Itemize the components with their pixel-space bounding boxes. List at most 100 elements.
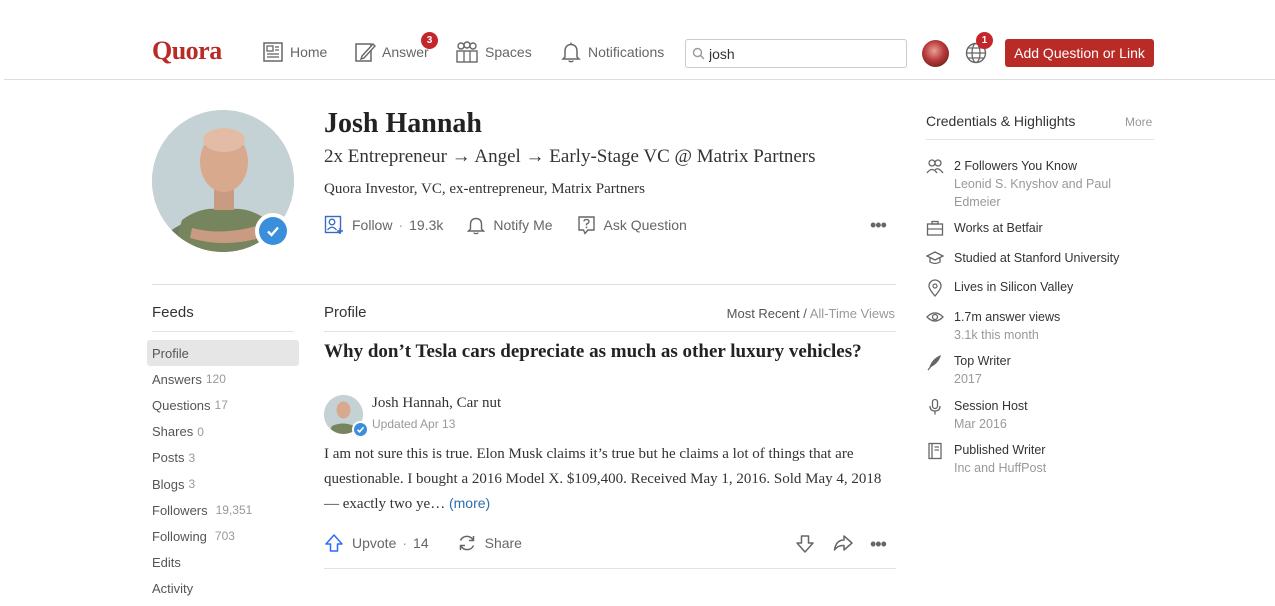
feed-item-posts[interactable]: Posts 3: [147, 445, 299, 471]
nav-notifications-label: Notifications: [588, 44, 665, 60]
downvote-button[interactable]: [794, 533, 816, 555]
author-verified-badge: [352, 421, 369, 438]
feeds-list: Profile Answers 120 Questions 17 Shares 0 P…: [147, 340, 299, 602]
answer-body: I am not sure this is true. Elon Musk cl…: [324, 442, 894, 517]
profile-divider: [152, 284, 896, 285]
sort-most-recent[interactable]: Most Recent: [727, 306, 800, 321]
upvote-label: Upvote: [352, 535, 397, 551]
answer-actions: Upvote · 14 Share: [324, 533, 550, 553]
forward-button[interactable]: [832, 533, 854, 555]
answer-date[interactable]: Updated Apr 13: [372, 417, 455, 431]
profile-name: Josh Hannah: [324, 108, 482, 139]
book-icon: [928, 442, 942, 460]
feed-item-following[interactable]: Following 703: [147, 523, 299, 549]
nav-home[interactable]: Home: [262, 38, 327, 66]
bell-icon: [561, 42, 581, 63]
search-icon: [692, 47, 705, 60]
ask-question-label: Ask Question: [603, 217, 687, 233]
credential-text[interactable]: Published Writer: [954, 441, 1046, 459]
credential-text[interactable]: Works at Betfair: [954, 219, 1043, 237]
ask-question-button[interactable]: Ask Question: [577, 215, 687, 235]
main-tab-title: Profile: [324, 304, 367, 321]
checkmark-icon: [267, 226, 279, 237]
verified-badge: [255, 213, 291, 249]
feeds-title: Feeds: [152, 304, 194, 321]
add-question-button[interactable]: Add Question or Link: [1005, 39, 1154, 67]
profile-actions: Follow · 19.3k Notify Me Ask Question: [324, 215, 711, 235]
answer-icon: [355, 42, 376, 62]
credential-session-host: Session Host Mar 2016: [926, 397, 1154, 433]
forward-arrow-icon: [833, 535, 853, 551]
question-title[interactable]: Why don’t Tesla cars depreciate as much …: [324, 340, 884, 363]
credential-sub: 3.1k this month: [954, 328, 1039, 342]
checkmark-icon: [356, 426, 365, 433]
nav-answer[interactable]: Answer: [354, 38, 429, 66]
credential-sub: 2017: [954, 372, 982, 386]
credential-text[interactable]: Top Writer: [954, 352, 1011, 370]
profile-tagline: 2x Entrepreneur → Angel → Early-Stage VC…: [324, 146, 816, 167]
nav-spaces[interactable]: Spaces: [455, 38, 532, 66]
feed-item-activity[interactable]: Activity: [147, 576, 299, 602]
sort-options: Most Recent / All-Time Views: [726, 306, 895, 321]
credential-works-at: Works at Betfair: [926, 219, 1154, 239]
answer-secondary-actions: •••: [794, 533, 902, 555]
credentials-more-link[interactable]: More: [1125, 115, 1152, 129]
bell-icon: [467, 217, 486, 235]
feed-item-shares[interactable]: Shares 0: [147, 419, 299, 445]
sort-all-time-views[interactable]: All-Time Views: [810, 306, 895, 321]
feed-item-profile[interactable]: Profile: [147, 340, 299, 367]
credential-studied-at: Studied at Stanford University: [925, 249, 1154, 269]
search-input[interactable]: [709, 45, 889, 62]
share-button[interactable]: Share: [457, 533, 522, 553]
top-navbar: Quora Home Answer 3 Spaces Notifications…: [0, 0, 1275, 80]
feed-item-edits[interactable]: Edits: [147, 550, 299, 576]
credential-text[interactable]: 1.7m answer views: [954, 308, 1060, 326]
more-link[interactable]: (more): [449, 495, 490, 511]
upvote-arrow-icon: [325, 534, 343, 552]
follow-button[interactable]: Follow · 19.3k: [324, 215, 443, 235]
feed-item-followers[interactable]: Followers 19,351: [147, 497, 299, 523]
nav-notifications[interactable]: Notifications: [560, 38, 664, 66]
feed-item-blogs[interactable]: Blogs 3: [147, 471, 299, 497]
credential-text[interactable]: Studied at Stanford University: [954, 249, 1119, 267]
credential-sub[interactable]: Leonid S. Knyshov and Paul Edmeier: [954, 175, 1154, 211]
answer-text: I am not sure this is true. Elon Musk cl…: [324, 446, 882, 512]
graduation-cap-icon: [925, 251, 945, 265]
upvote-count: 14: [413, 535, 429, 551]
quill-icon: [927, 355, 941, 371]
credential-sub: Mar 2016: [954, 417, 1007, 431]
credential-published-writer: Published Writer Inc and HuffPost: [926, 441, 1154, 477]
credential-followers-you-know: 2 Followers You Know Leonid S. Knyshov an…: [926, 157, 1154, 211]
credential-text[interactable]: Lives in Silicon Valley: [954, 278, 1073, 296]
credential-top-writer: Top Writer 2017: [926, 352, 1154, 388]
answer-count-badge: 3: [421, 32, 438, 49]
feed-item-questions[interactable]: Questions 17: [147, 392, 299, 418]
profile-description: Quora Investor, VC, ex-entrepreneur, Mat…: [324, 181, 645, 197]
spaces-icon: [456, 41, 478, 63]
share-refresh-icon: [459, 535, 474, 551]
follow-label: Follow: [352, 217, 393, 233]
author-name[interactable]: Josh Hannah, Car nut: [372, 395, 501, 412]
user-avatar[interactable]: [922, 40, 949, 67]
quora-logo[interactable]: Quora: [152, 36, 222, 66]
notify-me-button[interactable]: Notify Me: [467, 215, 553, 235]
upvote-button[interactable]: Upvote · 14: [324, 533, 429, 553]
location-pin-icon: [928, 279, 942, 297]
credentials-title: Credentials & Highlights: [926, 113, 1076, 129]
credential-sub[interactable]: Inc and HuffPost: [954, 459, 1046, 477]
credential-text[interactable]: Session Host: [954, 397, 1028, 415]
header-divider: [4, 79, 1275, 80]
answer-more-menu[interactable]: •••: [870, 535, 887, 553]
people-icon: [926, 159, 944, 174]
feed-item-answers[interactable]: Answers 120: [147, 366, 299, 392]
nav-spaces-label: Spaces: [485, 44, 532, 60]
search-box[interactable]: [685, 39, 907, 68]
credential-text[interactable]: 2 Followers You Know: [954, 157, 1154, 175]
question-icon: [577, 216, 595, 235]
nav-answer-label: Answer: [382, 44, 429, 60]
profile-more-menu[interactable]: •••: [870, 216, 887, 234]
credential-lives-in: Lives in Silicon Valley: [926, 278, 1154, 300]
briefcase-icon: [926, 220, 944, 236]
follow-user-icon: [324, 215, 343, 234]
home-icon: [263, 42, 283, 62]
